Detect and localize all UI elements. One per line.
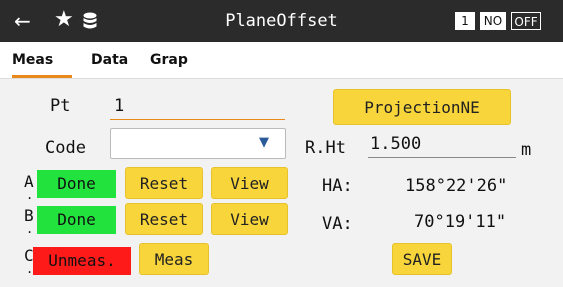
projection-ne-button[interactable]: ProjectionNE (333, 89, 511, 125)
rht-unit: m (521, 140, 532, 160)
tab-meas[interactable]: Meas (12, 42, 53, 78)
ha-label: HA: (322, 176, 353, 196)
point-c-status: Unmeas. (33, 247, 131, 275)
va-label: VA: (322, 214, 353, 234)
point-b-view-button[interactable]: View (211, 203, 288, 235)
pt-label: Pt (50, 96, 71, 116)
tab-grap[interactable]: Grap (150, 42, 188, 78)
save-button[interactable]: SAVE (392, 243, 452, 275)
point-a-view-button[interactable]: View (211, 167, 288, 199)
ha-value: 158°22'26" (405, 176, 508, 196)
tab-data[interactable]: Data (91, 42, 128, 78)
point-a-dot: . (26, 188, 34, 202)
indicator-1: 1 (455, 12, 475, 30)
point-b-reset-button[interactable]: Reset (125, 203, 203, 235)
va-value: 70°19'11" (414, 212, 507, 232)
code-select[interactable]: ▼ (110, 128, 286, 159)
point-c-meas-button[interactable]: Meas (139, 243, 209, 275)
rht-input[interactable]: 1.500 (368, 134, 516, 158)
indicator-off: OFF (511, 12, 541, 30)
point-a-status: Done (37, 170, 116, 198)
point-b-status: Done (37, 206, 116, 234)
code-label: Code (45, 138, 86, 158)
page-title: PlaneOffset (225, 11, 338, 31)
chevron-down-icon: ▼ (259, 135, 269, 150)
indicator-no: NO (480, 12, 506, 30)
point-a-reset-button[interactable]: Reset (125, 167, 203, 199)
pt-input[interactable]: 1 (110, 96, 285, 120)
point-b-dot: . (26, 222, 34, 236)
rht-label: R.Ht (305, 138, 346, 158)
active-tab-indicator (12, 75, 72, 78)
tab-bar (0, 42, 563, 79)
